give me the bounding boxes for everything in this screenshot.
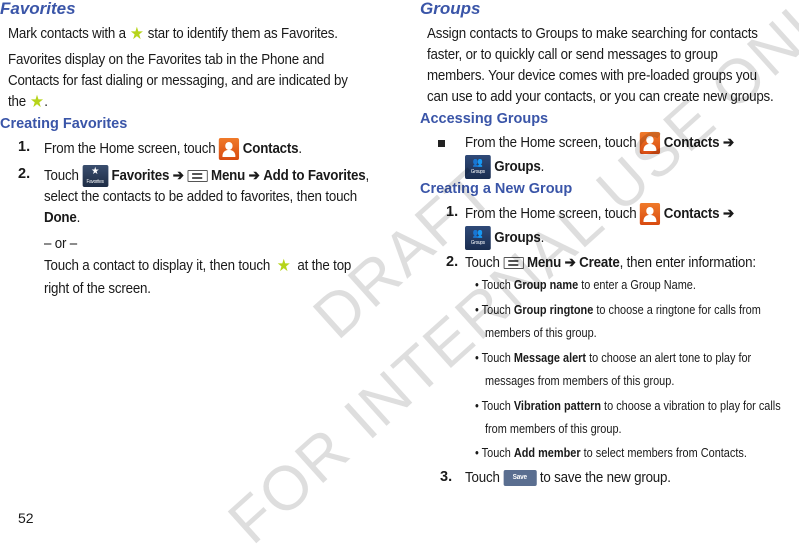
subitem-line2: messages from members of this group. xyxy=(485,373,675,388)
subitem-add-member: • Touch Add member to select members fro… xyxy=(475,441,747,465)
page-number: 52 xyxy=(18,510,34,526)
accessing-groups-heading: Accessing Groups xyxy=(420,111,549,127)
groups-intro-line2: faster, or to quickly call or send messa… xyxy=(427,47,718,63)
text: . xyxy=(540,158,545,175)
text: to choose a vibration to play for calls xyxy=(601,398,781,413)
contacts-label: Contacts xyxy=(242,140,299,157)
step-2-text: Touch ★ Favorites Favorites ➔ Menu ➔ Add … xyxy=(44,165,369,187)
menu-icon xyxy=(187,170,208,182)
star-icon: ★ xyxy=(276,256,291,276)
favorites-label: Favorites xyxy=(111,167,170,184)
text: the xyxy=(8,94,26,110)
text: • Touch xyxy=(475,398,514,413)
contacts-app-icon xyxy=(219,138,240,160)
square-bullet xyxy=(438,140,445,147)
text: Touch xyxy=(44,167,79,184)
text: , xyxy=(365,167,370,184)
option-label: Vibration pattern xyxy=(513,398,602,413)
text: to enter a Group Name. xyxy=(578,277,696,292)
text: . xyxy=(298,140,302,157)
favorites-tab-icon: ★ Favorites xyxy=(82,165,108,187)
groups-intro-line1: Assign contacts to Groups to make search… xyxy=(427,26,758,42)
subitem-message-alert: • Touch Message alert to choose an alert… xyxy=(475,346,751,370)
menu-label: Menu xyxy=(211,167,246,184)
step-2-line2: select the contacts to be added to favor… xyxy=(44,189,358,205)
text: , then enter information: xyxy=(619,255,756,271)
option-label: Add member xyxy=(513,445,581,460)
create-step3-line: Touch Save to save the new group. xyxy=(465,468,671,489)
favorites-tab-label: Favorites xyxy=(86,179,104,185)
groups-title: Groups xyxy=(420,0,481,18)
text: From the Home screen, touch xyxy=(44,140,216,157)
or-separator: – or – xyxy=(44,236,78,252)
text: Touch xyxy=(465,470,500,486)
text: . xyxy=(44,94,48,110)
text: to select members from Contacts. xyxy=(580,445,747,460)
star-icon: ★ xyxy=(129,24,144,44)
option-label: Message alert xyxy=(513,350,587,365)
alt-line2: right of the screen. xyxy=(44,281,151,297)
arrow-icon: ➔ xyxy=(172,167,184,184)
step-number: 3. xyxy=(440,469,453,485)
step-number: 1. xyxy=(18,139,31,155)
favorites-intro-2-line2: Contacts for fast dialing or messaging, … xyxy=(8,73,348,89)
text: to save the new group. xyxy=(539,470,671,486)
text: to choose a ringtone for calls from xyxy=(593,302,761,317)
arrow-icon: ➔ xyxy=(248,167,260,184)
step-2-line3: Done. xyxy=(44,208,80,229)
done-label: Done xyxy=(44,210,77,226)
text: . xyxy=(76,210,81,226)
star-icon: ★ xyxy=(29,92,44,112)
contacts-label: Contacts xyxy=(663,205,720,222)
save-button-icon: Save xyxy=(503,470,537,487)
text: Mark contacts with a xyxy=(8,26,126,42)
groups-label: Groups xyxy=(494,158,541,175)
step-1-text: From the Home screen, touch Contacts. xyxy=(44,138,302,160)
text: star to identify them as Favorites. xyxy=(147,26,338,42)
favorites-intro-1: Mark contacts with a ★ star to identify … xyxy=(8,24,338,45)
add-to-favorites-label: Add to Favorites xyxy=(263,167,366,184)
text: • Touch xyxy=(475,445,514,460)
alt-line1: Touch a contact to display it, then touc… xyxy=(44,256,351,277)
favorites-intro-2-line1: Favorites display on the Favorites tab i… xyxy=(8,52,325,68)
text: to choose an alert tone to play for xyxy=(586,350,752,365)
text: Touch a contact to display it, then touc… xyxy=(44,258,271,274)
subitem-line2: from members of this group. xyxy=(485,421,622,436)
arrow-icon: ➔ xyxy=(722,205,734,222)
creating-favorites-heading: Creating Favorites xyxy=(0,116,128,132)
step-number: 2. xyxy=(18,166,31,182)
favorites-intro-2-line3: the ★. xyxy=(8,92,48,113)
favorites-title: Favorites xyxy=(0,0,76,18)
subitem-vibration-pattern: • Touch Vibration pattern to choose a vi… xyxy=(475,394,781,418)
